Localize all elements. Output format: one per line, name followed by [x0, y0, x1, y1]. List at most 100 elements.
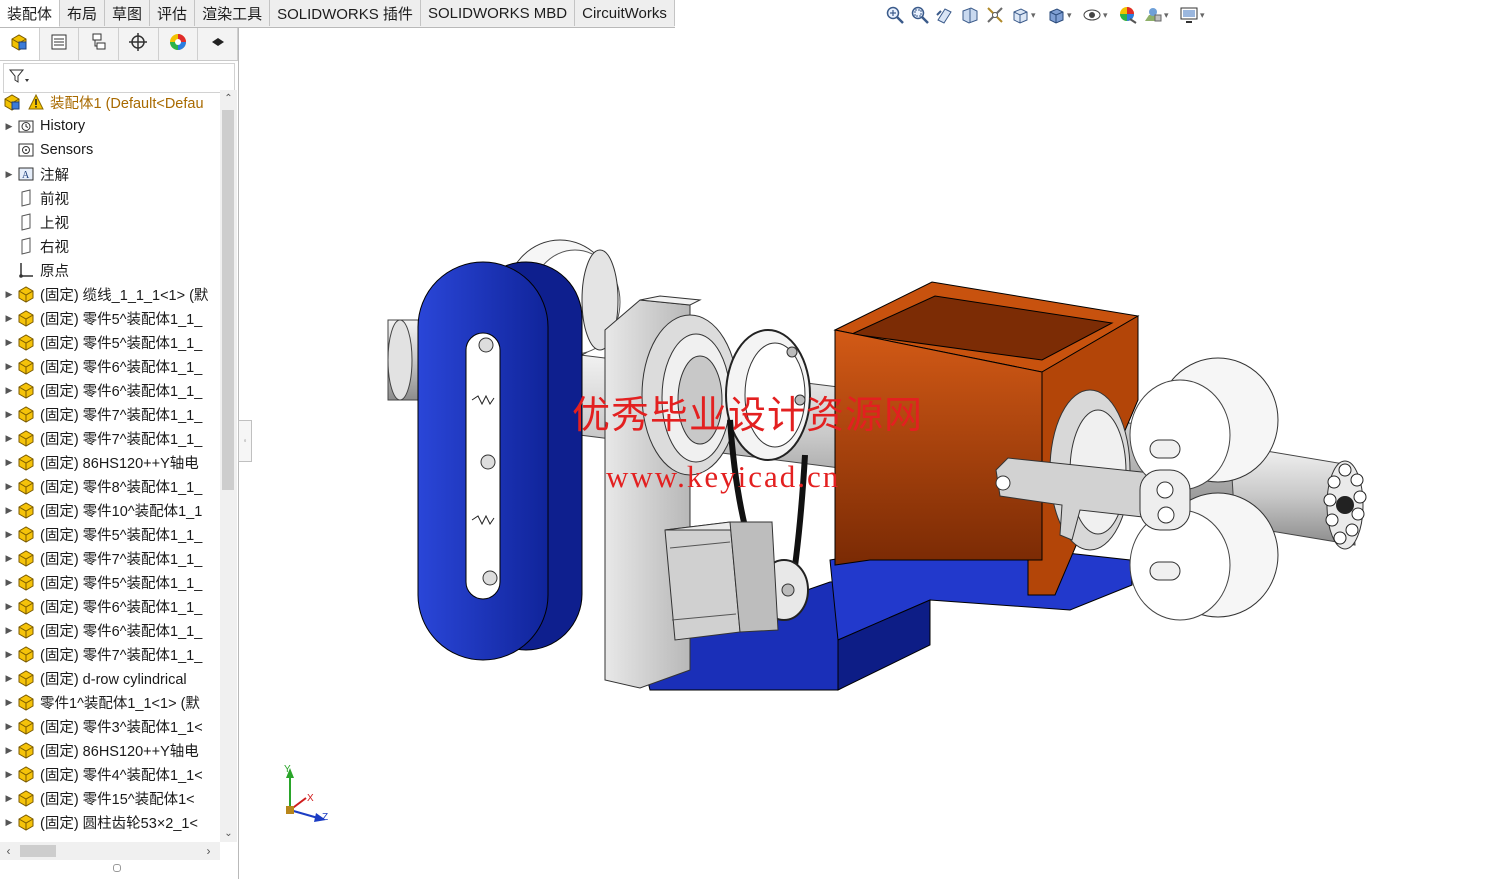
featuremanager-tab[interactable]: [0, 28, 40, 60]
command-tab-2[interactable]: 草图: [105, 0, 151, 26]
expand-arrow-icon[interactable]: ▶: [2, 457, 16, 468]
scroll-up-icon[interactable]: ⌃: [220, 90, 237, 107]
assembly-model-view[interactable]: [239, 28, 1495, 879]
expand-arrow-icon[interactable]: ▶: [2, 121, 16, 132]
expand-arrow-icon[interactable]: ▶: [2, 793, 16, 804]
tree-item[interactable]: ▶ (固定) 零件6^装配体1_1_: [0, 378, 220, 402]
hscroll-thumb[interactable]: [20, 845, 56, 857]
tree-item[interactable]: ▶ A 注解: [0, 162, 220, 186]
command-tab-6[interactable]: SOLIDWORKS MBD: [420, 0, 576, 26]
tree-vertical-scrollbar[interactable]: ⌃ ⌄: [220, 90, 237, 842]
expand-arrow-icon[interactable]: ▶: [2, 817, 16, 828]
apply-scene-dropdown-icon[interactable]: ▾: [1164, 10, 1172, 21]
display-style-dropdown-icon[interactable]: ▾: [1067, 10, 1075, 21]
tree-item[interactable]: 上视: [0, 210, 220, 234]
expand-arrow-icon[interactable]: ▶: [2, 673, 16, 684]
tree-item[interactable]: ▶ (固定) 零件7^装配体1_1_: [0, 642, 220, 666]
view-settings-dropdown-icon[interactable]: ▾: [1200, 10, 1208, 21]
tree-filter[interactable]: [3, 63, 235, 93]
tree-item[interactable]: Sensors: [0, 138, 220, 162]
command-tab-3[interactable]: 评估: [150, 0, 196, 26]
tree-item-label: History: [40, 118, 86, 134]
hide-show-dropdown-icon[interactable]: ▾: [1103, 10, 1111, 21]
tree-item[interactable]: ▶ (固定) d-row cylindrical: [0, 666, 220, 690]
expand-arrow-icon[interactable]: ▶: [2, 289, 16, 300]
display-manager-tab[interactable]: [159, 28, 199, 60]
tree-item[interactable]: ▶ (固定) 86HS120++Y轴电: [0, 738, 220, 762]
tree-item[interactable]: ▶ (固定) 圆柱齿轮53×2_1<: [0, 810, 220, 834]
expand-arrow-icon[interactable]: ▶: [2, 409, 16, 420]
expand-arrow-icon[interactable]: ▶: [2, 505, 16, 516]
more-tab[interactable]: [198, 28, 239, 60]
expand-arrow-icon[interactable]: ▶: [2, 769, 16, 780]
tree-item-label: (固定) 零件5^装配体1_1_: [40, 575, 203, 592]
tree-item[interactable]: ▶ (固定) 零件6^装配体1_1_: [0, 618, 220, 642]
tree-item[interactable]: ▶ (固定) 零件7^装配体1_1_: [0, 426, 220, 450]
apply-scene-icon[interactable]: [1142, 4, 1164, 26]
tree-item[interactable]: ▶ (固定) 零件4^装配体1_1<: [0, 762, 220, 786]
expand-arrow-icon[interactable]: ▶: [2, 745, 16, 756]
expand-arrow-icon[interactable]: ▶: [2, 721, 16, 732]
tree-item[interactable]: ▶ (固定) 零件5^装配体1_1_: [0, 522, 220, 546]
tree-item[interactable]: 前视: [0, 186, 220, 210]
dimxpert-tab[interactable]: [119, 28, 159, 60]
hide-show-icon[interactable]: [1081, 4, 1103, 26]
tree-item[interactable]: ▶ (固定) 零件10^装配体1_1: [0, 498, 220, 522]
expand-arrow-icon[interactable]: ▶: [2, 577, 16, 588]
command-tab-7[interactable]: CircuitWorks: [575, 0, 675, 26]
tree-item[interactable]: ▶ (固定) 缆线_1_1_1<1> (默: [0, 282, 220, 306]
tree-item[interactable]: ▶ (固定) 零件6^装配体1_1_: [0, 354, 220, 378]
scroll-down-icon[interactable]: ⌄: [220, 825, 237, 842]
expand-arrow-icon[interactable]: ▶: [2, 601, 16, 612]
expand-arrow-icon[interactable]: ▶: [2, 361, 16, 372]
pane-resize-dot[interactable]: [113, 864, 121, 872]
command-tab-0[interactable]: 装配体: [0, 0, 61, 27]
tree-item[interactable]: ▶ (固定) 86HS120++Y轴电: [0, 450, 220, 474]
section-view-icon[interactable]: [959, 4, 981, 26]
tree-item[interactable]: 原点: [0, 258, 220, 282]
view-settings-icon[interactable]: [1178, 4, 1200, 26]
dynamic-annotation-icon[interactable]: [984, 4, 1006, 26]
tree-item[interactable]: ▶ (固定) 零件3^装配体1_1<: [0, 714, 220, 738]
tree-item[interactable]: ▶ (固定) 零件6^装配体1_1_: [0, 594, 220, 618]
command-tab-1[interactable]: 布局: [60, 0, 106, 26]
tree-item[interactable]: ▶ (固定) 零件5^装配体1_1_: [0, 570, 220, 594]
tree-item[interactable]: ▶ (固定) 零件15^装配体1<: [0, 786, 220, 810]
graphics-area[interactable]: Y X Z: [239, 28, 1495, 879]
expand-arrow-icon[interactable]: ▶: [2, 481, 16, 492]
previous-view-icon[interactable]: [934, 4, 956, 26]
tree-item[interactable]: ▶ (固定) 零件7^装配体1_1_: [0, 546, 220, 570]
tree-item[interactable]: ▶ (固定) 零件5^装配体1_1_: [0, 306, 220, 330]
tree-item[interactable]: 右视: [0, 234, 220, 258]
zoom-to-fit-icon[interactable]: [884, 4, 906, 26]
expand-arrow-icon[interactable]: ▶: [2, 625, 16, 636]
tree-horizontal-scrollbar[interactable]: ‹ ›: [0, 842, 220, 860]
tree-item[interactable]: ▶ (固定) 零件7^装配体1_1_: [0, 402, 220, 426]
expand-arrow-icon[interactable]: ▶: [2, 697, 16, 708]
expand-arrow-icon[interactable]: ▶: [2, 313, 16, 324]
configurationmanager-tab[interactable]: [79, 28, 120, 60]
scroll-left-icon[interactable]: ‹: [0, 842, 17, 860]
tree-item[interactable]: ▶ 零件1^装配体1_1<1> (默: [0, 690, 220, 714]
view-orientation-icon[interactable]: [1009, 4, 1031, 26]
propertymanager-tab[interactable]: [40, 28, 80, 60]
expand-arrow-icon[interactable]: ▶: [2, 529, 16, 540]
tree-item[interactable]: ▶ (固定) 零件8^装配体1_1_: [0, 474, 220, 498]
command-tab-4[interactable]: 渲染工具: [195, 0, 271, 26]
scroll-right-icon[interactable]: ›: [200, 842, 217, 860]
scroll-thumb[interactable]: [222, 110, 234, 490]
expand-arrow-icon[interactable]: ▶: [2, 385, 16, 396]
expand-arrow-icon[interactable]: ▶: [2, 337, 16, 348]
zoom-to-area-icon[interactable]: [909, 4, 931, 26]
display-style-icon[interactable]: [1045, 4, 1067, 26]
edit-appearance-icon[interactable]: [1117, 4, 1139, 26]
expand-arrow-icon[interactable]: ▶: [2, 553, 16, 564]
tree-item[interactable]: ▶ History: [0, 114, 220, 138]
expand-arrow-icon[interactable]: ▶: [2, 649, 16, 660]
expand-arrow-icon[interactable]: ▶: [2, 433, 16, 444]
command-tab-5[interactable]: SOLIDWORKS 插件: [270, 0, 421, 26]
expand-arrow-icon[interactable]: ▶: [2, 169, 16, 180]
view-orientation-dropdown-icon[interactable]: ▾: [1031, 10, 1039, 21]
tree-root-assembly[interactable]: 装配体1 (Default<Defau: [0, 90, 220, 114]
tree-item[interactable]: ▶ (固定) 零件5^装配体1_1_: [0, 330, 220, 354]
